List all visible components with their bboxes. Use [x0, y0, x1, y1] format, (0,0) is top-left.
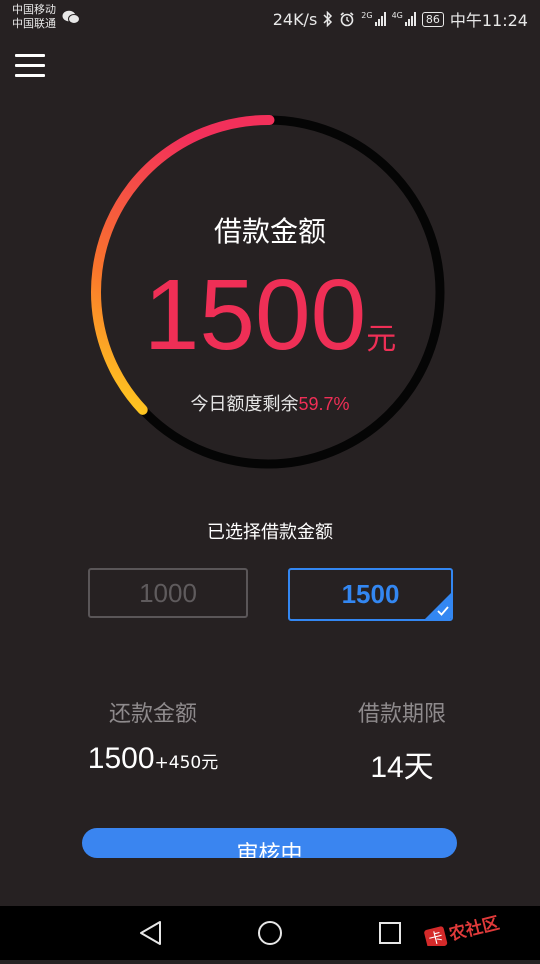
menu-button[interactable]	[15, 54, 45, 78]
repay-fee: +450元	[154, 753, 219, 773]
signal-1-icon: 2G	[361, 12, 386, 26]
battery-indicator: 86	[421, 11, 444, 27]
recents-square-icon	[379, 922, 401, 944]
home-circle-icon	[258, 921, 282, 945]
loan-term-label: 借款期限	[357, 702, 446, 727]
carrier-2: 中国联通	[12, 17, 56, 30]
loan-amount-display: 1500元	[0, 262, 540, 368]
loan-term-value: 14天	[370, 751, 434, 784]
nav-back-button[interactable]	[120, 906, 180, 960]
carrier-labels: 中国移动 中国联通	[12, 3, 56, 31]
loan-amount-title: 借款金额	[213, 215, 326, 248]
bluetooth-icon	[323, 11, 333, 27]
kanong-watermark-logo: 卡 农社区	[424, 912, 502, 946]
status-bar: 中国移动 中国联通 24K/s 2G 4G 86 中午11:24	[0, 0, 540, 36]
alarm-icon	[340, 12, 354, 27]
wechat-icon	[62, 10, 80, 24]
review-status-label: 审核中	[236, 842, 303, 858]
repay-principal: 1500	[87, 742, 155, 775]
repay-amount-value: 1500+450元	[43, 742, 263, 776]
remaining-quota-label: 今日额度剩余	[190, 394, 299, 415]
nav-recents-button[interactable]	[360, 906, 420, 960]
loan-amount-unit: 元	[366, 322, 397, 357]
nav-home-button[interactable]	[240, 906, 300, 960]
amount-option-1000[interactable]: 1000	[88, 568, 248, 618]
repay-amount-label: 还款金额	[108, 702, 197, 727]
signal-2-icon: 4G	[392, 12, 416, 26]
clock: 中午11:24	[449, 11, 528, 30]
review-status-button[interactable]: 审核中	[82, 828, 457, 858]
amount-option-1500[interactable]: 1500	[288, 568, 453, 621]
remaining-quota-percent: 59.7%	[298, 394, 350, 414]
loan-amount-value: 1500	[143, 259, 367, 371]
remaining-quota-text: 今日额度剩余59.7%	[0, 390, 540, 416]
selected-amount-label: 已选择借款金额	[207, 522, 333, 543]
carrier-1: 中国移动	[12, 3, 56, 16]
amount-option-label: 1000	[139, 577, 197, 608]
svg-text:农社区: 农社区	[446, 912, 502, 945]
amount-option-label: 1500	[341, 579, 400, 609]
back-triangle-icon	[140, 921, 161, 945]
selected-check-icon	[425, 593, 451, 619]
network-speed: 24K/s	[272, 9, 318, 29]
